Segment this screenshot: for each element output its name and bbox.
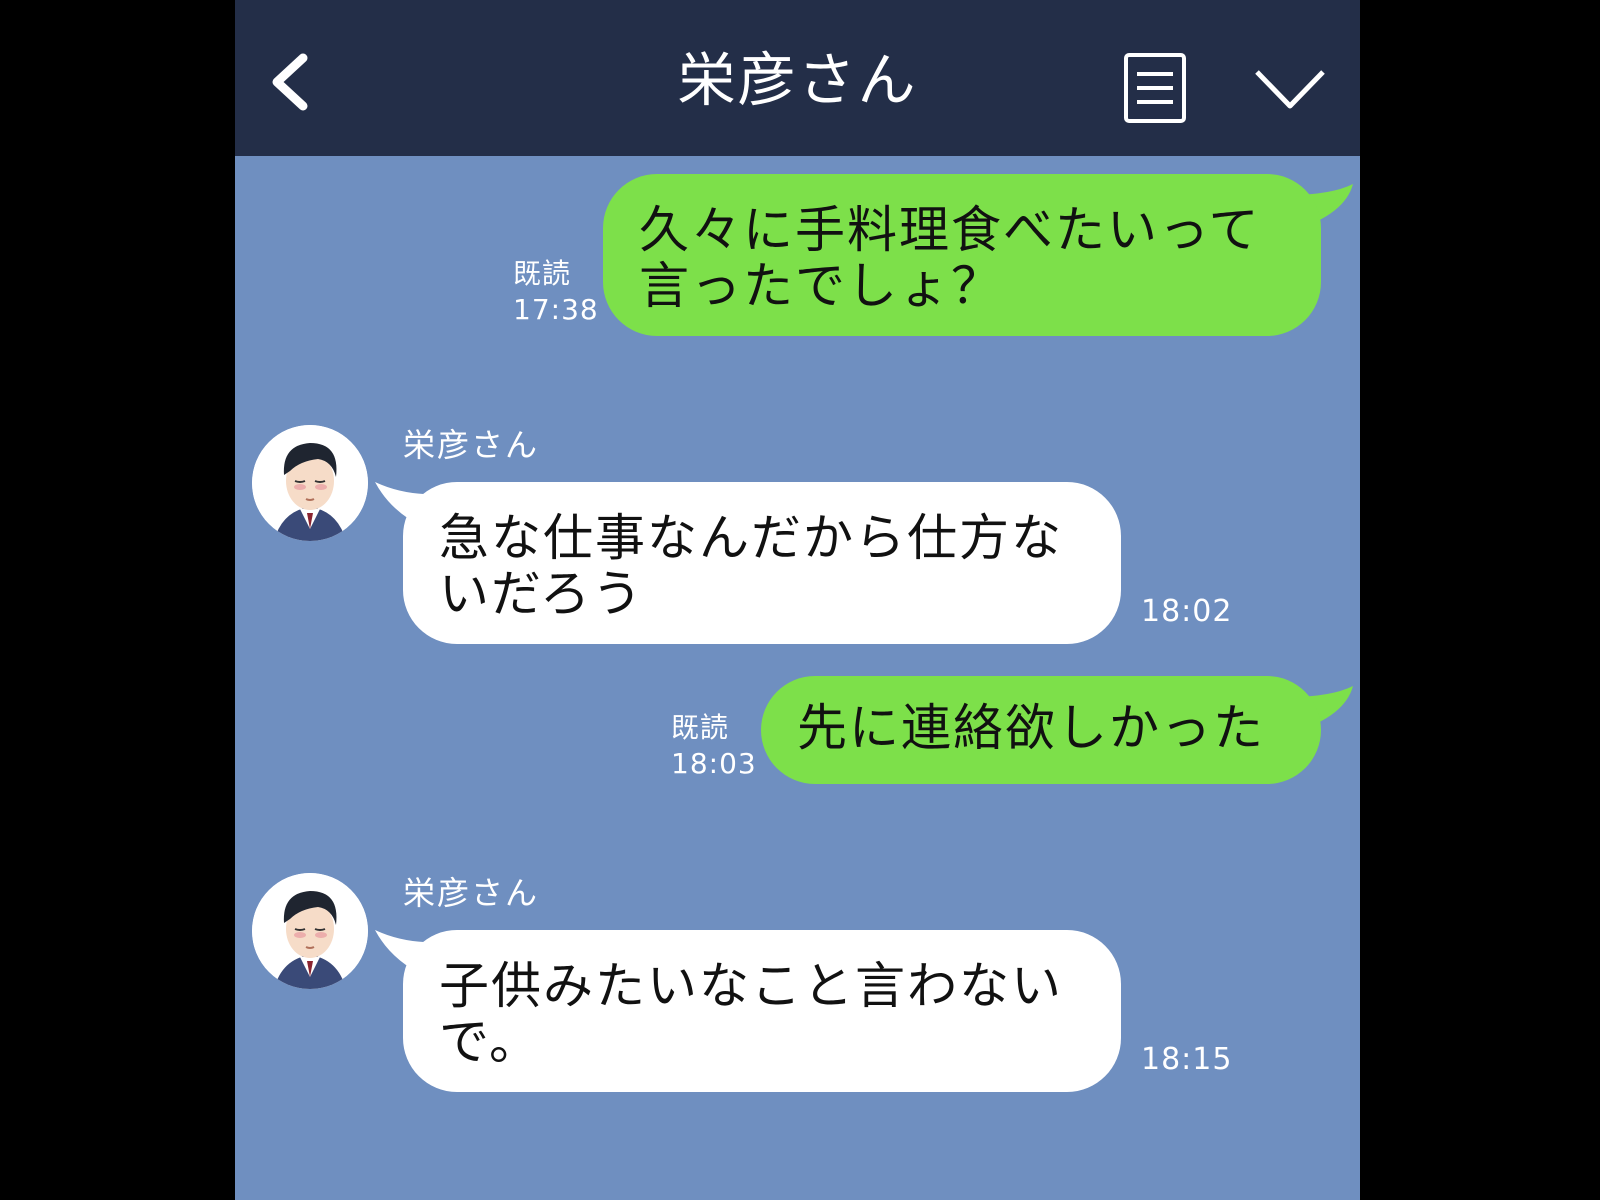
message-time: 17:38	[513, 293, 599, 326]
menu-icon[interactable]	[1123, 52, 1187, 124]
message-time: 18:03	[671, 747, 757, 780]
avatar[interactable]	[252, 873, 368, 989]
avatar-icon	[252, 873, 368, 989]
message-row-outgoing: 既読 17:38 久々に手料理食べたいって 言ったでしょ？	[235, 170, 1360, 340]
message-time: 18:02	[1141, 594, 1233, 629]
read-label: 既読	[513, 257, 572, 290]
message-row-incoming: 栄彦さん 子供みたいなこと言わない で。 18:15	[235, 868, 1360, 1098]
message-bubble[interactable]: 先に連絡欲しかった	[761, 676, 1321, 784]
read-meta: 既読 17:38	[513, 256, 599, 328]
message-row-incoming: 栄彦さん 急な仕事なんだから仕方な いだろう 18:02	[235, 420, 1360, 650]
read-meta: 既読 18:03	[671, 710, 757, 782]
chat-screen: 栄彦さん 既読 17:38 久々に手料理食べたいって 言ったでしょ？ 栄彦さん …	[235, 0, 1360, 1200]
message-row-outgoing: 既読 18:03 先に連絡欲しかった	[235, 672, 1360, 792]
message-bubble[interactable]: 久々に手料理食べたいって 言ったでしょ？	[603, 174, 1321, 336]
sender-name: 栄彦さん	[403, 874, 540, 912]
chevron-down-icon[interactable]	[1253, 66, 1327, 112]
message-bubble[interactable]: 急な仕事なんだから仕方な いだろう	[403, 482, 1121, 644]
chat-header: 栄彦さん	[235, 0, 1360, 156]
avatar-icon	[252, 425, 368, 541]
message-bubble[interactable]: 子供みたいなこと言わない で。	[403, 930, 1121, 1092]
chat-title: 栄彦さん	[677, 46, 918, 114]
sender-name: 栄彦さん	[403, 426, 540, 464]
avatar[interactable]	[252, 425, 368, 541]
message-time: 18:15	[1141, 1042, 1233, 1077]
read-label: 既読	[671, 711, 730, 744]
